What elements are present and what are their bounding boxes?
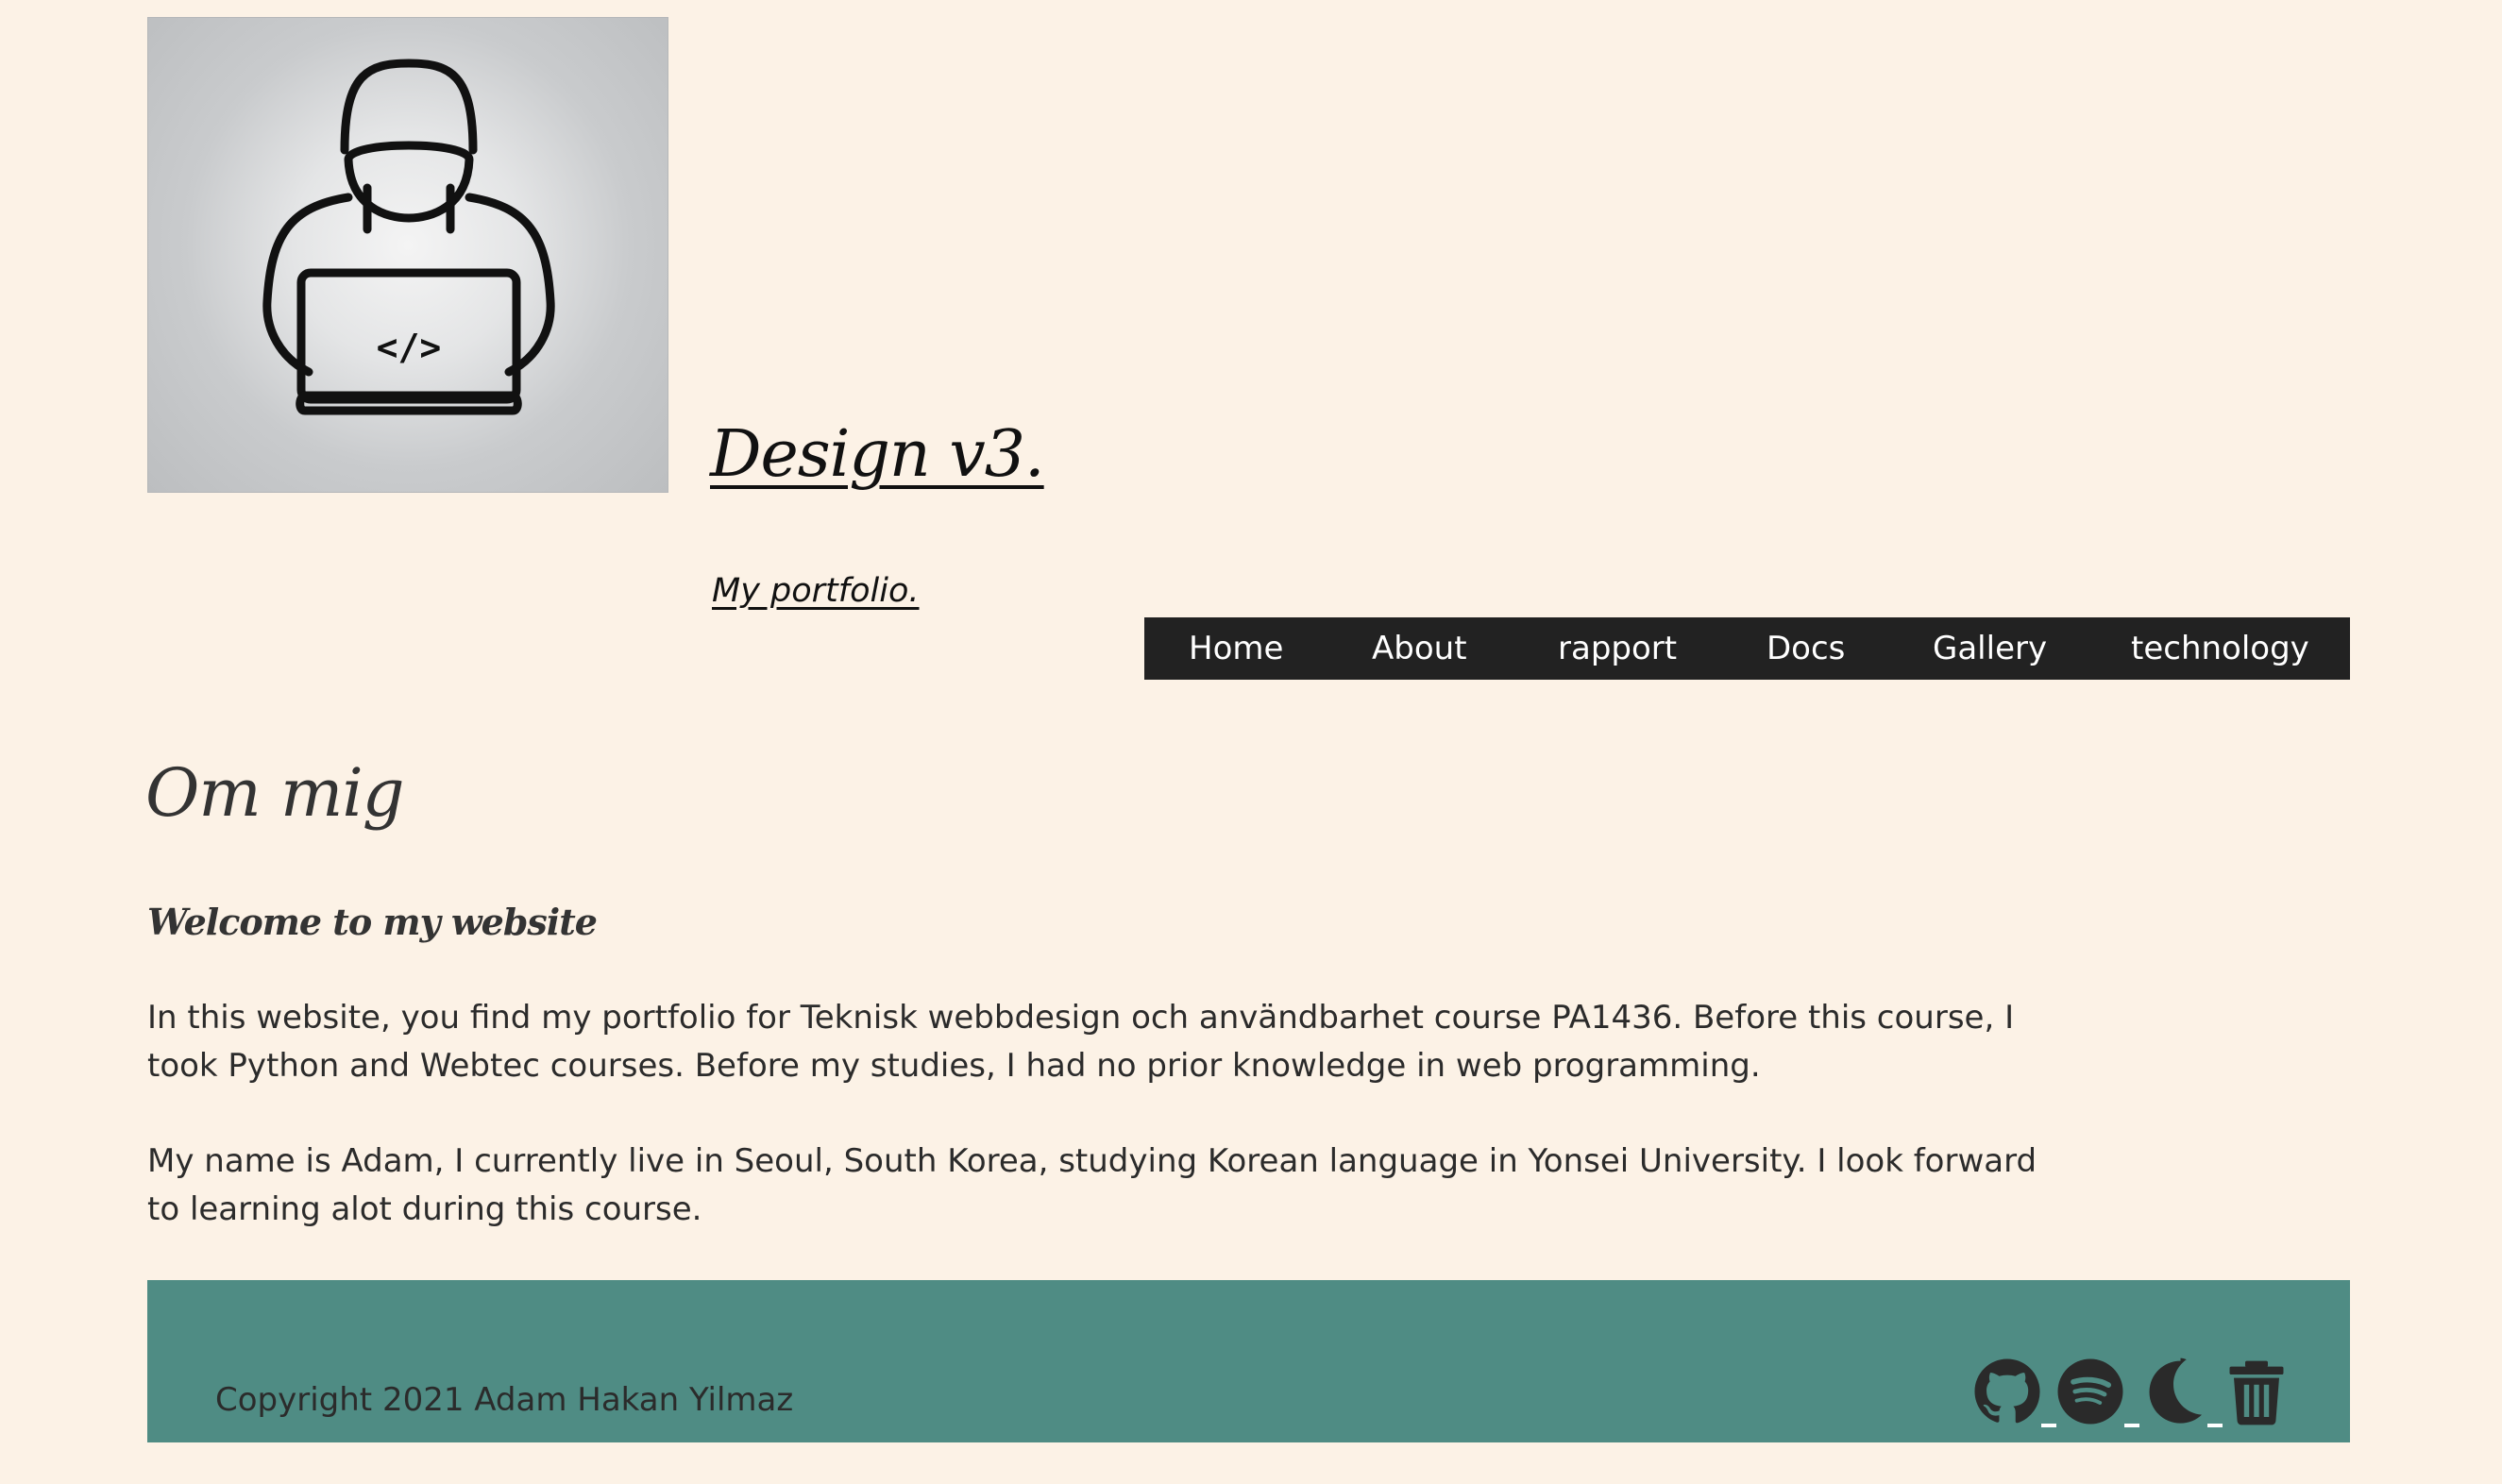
trash-icon[interactable] [2223, 1358, 2291, 1425]
footer: Copyright 2021 Adam Hakan Yilmaz [147, 1280, 2350, 1442]
intro-paragraph: In this website, you find my portfolio f… [147, 999, 2015, 1085]
nav-item-docs[interactable]: Docs [1767, 617, 1845, 680]
nav-item-rapport[interactable]: rapport [1558, 617, 1677, 680]
site-title[interactable]: Design v3. [710, 423, 1045, 487]
nav-item-gallery[interactable]: Gallery [1933, 617, 2047, 680]
main-nav: Home About rapport Docs Gallery technolo… [1144, 617, 2350, 680]
page-heading: Om mig [145, 754, 405, 832]
icon-link-underline [2124, 1424, 2139, 1427]
spotify-icon[interactable] [2056, 1358, 2124, 1425]
welcome-heading: Welcome to my website [147, 901, 598, 943]
copyright-text: Copyright 2021 Adam Hakan Yilmaz [215, 1381, 794, 1419]
icon-link-underline [2041, 1424, 2056, 1427]
github-icon[interactable] [1973, 1358, 2041, 1425]
site-tagline[interactable]: My portfolio. [712, 575, 920, 608]
logo-code-text: </> [377, 327, 442, 368]
icon-link-underline [2207, 1424, 2223, 1427]
nav-item-technology[interactable]: technology [2131, 617, 2309, 680]
nav-item-about[interactable]: About [1372, 617, 1467, 680]
nav-item-home[interactable]: Home [1189, 617, 1283, 680]
hooded-coder-laptop-icon: </> [262, 59, 555, 415]
site-logo: </> [147, 17, 668, 493]
about-paragraph: My name is Adam, I currently live in Seo… [147, 1142, 2037, 1228]
moon-icon[interactable] [2139, 1358, 2207, 1425]
